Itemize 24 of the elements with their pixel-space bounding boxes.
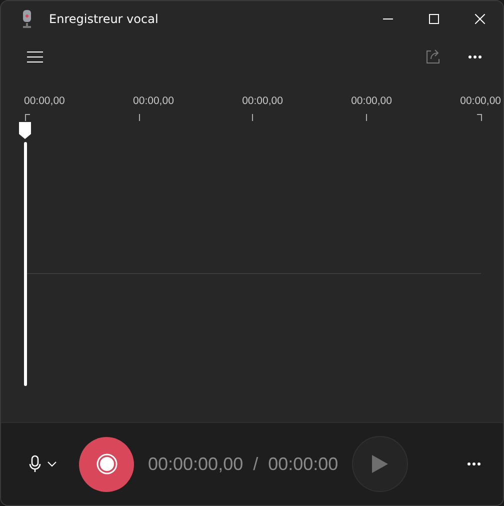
time-separator: /	[253, 454, 258, 474]
time-marker: 00:00,00	[242, 95, 283, 107]
tick-mark	[25, 114, 30, 121]
elapsed-time: 00:00:00,00	[148, 454, 244, 474]
time-marker: 00:00,00	[460, 95, 501, 107]
total-time: 00:00:00	[268, 454, 338, 474]
chevron-down-icon	[47, 461, 57, 467]
close-icon	[475, 14, 485, 24]
playhead[interactable]	[18, 122, 32, 386]
more-icon	[468, 55, 482, 59]
microphone-icon	[29, 455, 41, 473]
record-icon	[96, 453, 118, 475]
more-icon	[467, 462, 481, 466]
share-icon	[425, 49, 441, 65]
play-icon	[371, 454, 390, 474]
menu-icon	[27, 51, 43, 63]
microphone-icon	[21, 10, 33, 28]
time-marker: 00:00,00	[24, 95, 65, 107]
time-marker: 00:00,00	[351, 95, 392, 107]
time-marker: 00:00,00	[133, 95, 174, 107]
window-title: Enregistreur vocal	[49, 12, 160, 26]
microphone-select-button[interactable]	[29, 455, 57, 473]
maximize-icon	[429, 14, 439, 24]
tick-mark	[477, 114, 482, 121]
